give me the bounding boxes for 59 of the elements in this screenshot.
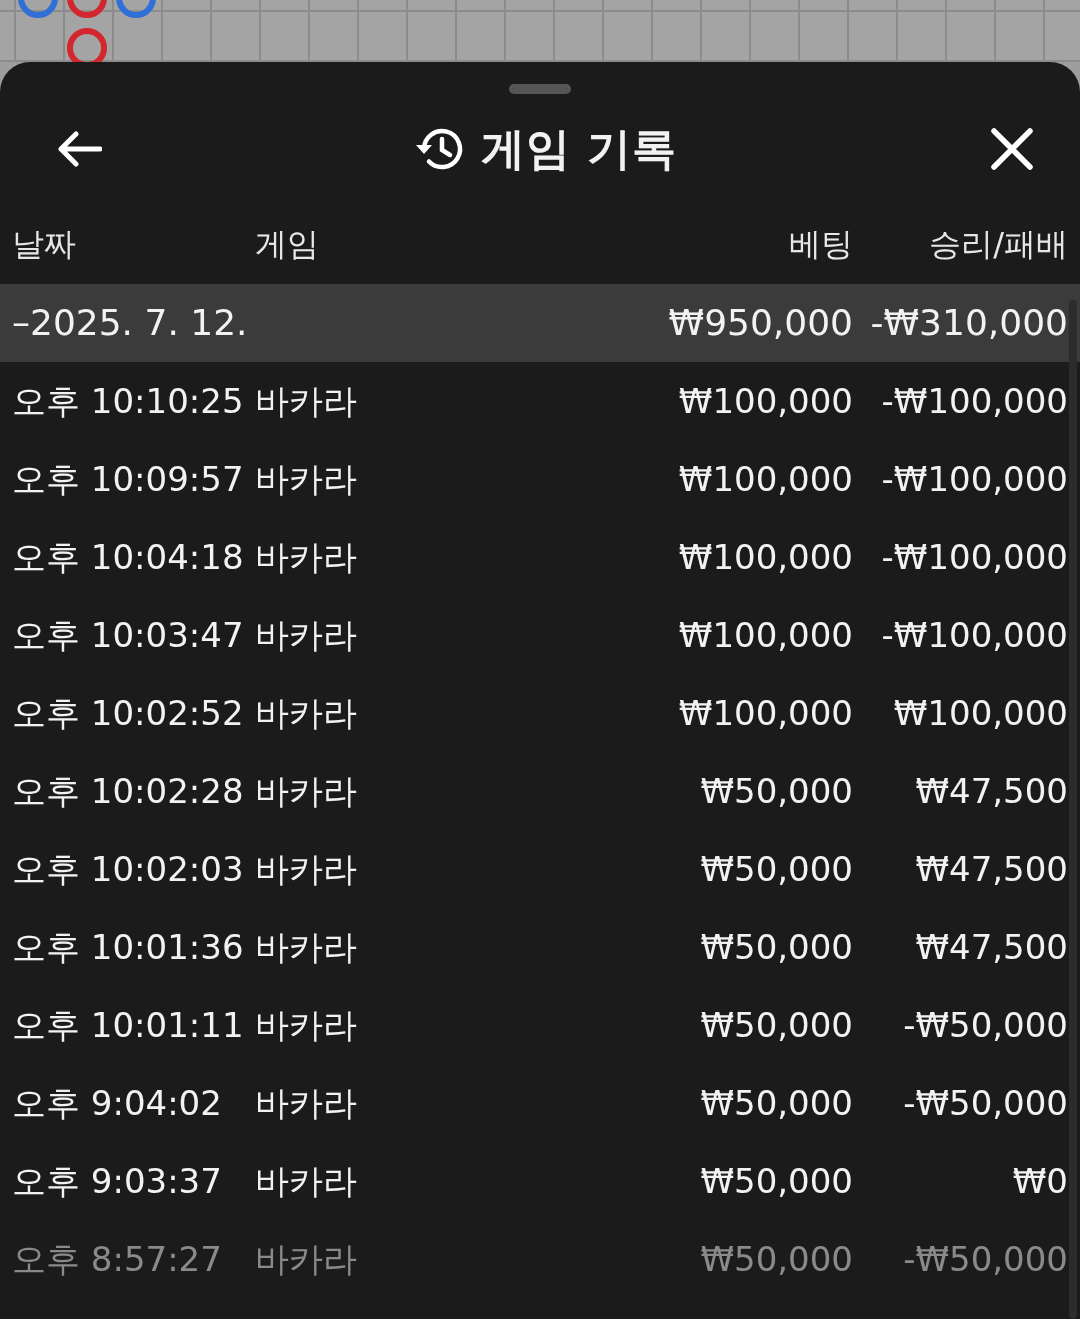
result-cell-text: ₩47,500 (914, 925, 1068, 969)
result-cell-text: ₩47,500 (914, 847, 1068, 891)
total-result: -₩310,000 (869, 301, 1068, 345)
drag-handle[interactable] (509, 84, 571, 94)
time-cell-text: 오후 10:09:57 (12, 457, 245, 501)
game-cell-text: 바카라 (255, 847, 358, 891)
bet-cell-text: ₩100,000 (677, 457, 853, 501)
time-cell-text: 오후 8:57:27 (12, 1237, 223, 1281)
bet-cell-text: ₩100,000 (677, 379, 853, 423)
result-cell-text: ₩47,500 (914, 769, 1068, 813)
game-cell-text: 바카라 (255, 1003, 358, 1047)
sheet-title: 게임 기록 (480, 122, 678, 176)
result-cell-text: -₩50,000 (902, 1081, 1068, 1125)
bet-cell-text: ₩50,000 (699, 769, 853, 813)
column-header: 베팅 (788, 224, 853, 265)
bet-cell-text: ₩50,000 (699, 925, 853, 969)
result-cell-text: -₩100,000 (880, 613, 1068, 657)
history-icon (414, 126, 465, 172)
bet-cell-text: ₩100,000 (677, 691, 853, 735)
result-cell-text: -₩50,000 (902, 1003, 1068, 1047)
column-header: 승리/패배 (928, 224, 1068, 265)
bet-cell-text: ₩50,000 (699, 1237, 853, 1281)
time-cell-text: 오후 9:04:02 (12, 1081, 223, 1125)
time-cell-text: 오후 10:02:03 (12, 847, 245, 891)
time-cell-text: 오후 9:03:37 (12, 1159, 223, 1203)
game-cell-text: 바카라 (255, 613, 358, 657)
bet-cell-text: ₩50,000 (699, 1003, 853, 1047)
bet-cell-text: ₩100,000 (677, 535, 853, 579)
game-cell-text: 바카라 (255, 769, 358, 813)
result-cell-text: -₩50,000 (902, 1237, 1068, 1281)
time-cell-text: 오후 10:02:28 (12, 769, 245, 813)
bet-cell-text: ₩100,000 (677, 613, 853, 657)
time-cell-text: 오후 10:03:47 (12, 613, 245, 657)
result-cell-text: -₩100,000 (880, 457, 1068, 501)
result-cell-text: ₩0 (1011, 1159, 1068, 1203)
collapse-toggle[interactable]: – (12, 296, 30, 350)
time-cell-text: 오후 10:01:36 (12, 925, 245, 969)
date-text: 2025. 7. 12. (30, 301, 248, 345)
bet-cell-text: ₩50,000 (699, 1159, 853, 1203)
game-cell-text: 바카라 (255, 457, 358, 501)
time-cell-text: 오후 10:01:11 (12, 1003, 245, 1047)
bet-cell-text: ₩50,000 (699, 847, 853, 891)
game-cell-text: 바카라 (255, 691, 358, 735)
column-header: 날짜 (12, 224, 77, 265)
time-cell-text: 오후 10:04:18 (12, 535, 245, 579)
time-cell-text: 오후 10:10:25 (12, 379, 245, 423)
game-cell-text: 바카라 (255, 535, 358, 579)
game-cell-text: 바카라 (255, 379, 358, 423)
game-cell-text: 바카라 (255, 1081, 358, 1125)
result-cell-text: -₩100,000 (880, 535, 1068, 579)
time-cell-text: 오후 10:02:52 (12, 691, 245, 735)
game-cell-text: 바카라 (255, 925, 358, 969)
result-cell-text: -₩100,000 (880, 379, 1068, 423)
total-bet: ₩950,000 (667, 301, 853, 345)
result-cell-text: ₩100,000 (892, 691, 1068, 735)
column-header: 게임 (255, 224, 320, 265)
game-cell-text: 바카라 (255, 1237, 358, 1281)
bet-cell-text: ₩50,000 (699, 1081, 853, 1125)
game-cell-text: 바카라 (255, 1159, 358, 1203)
